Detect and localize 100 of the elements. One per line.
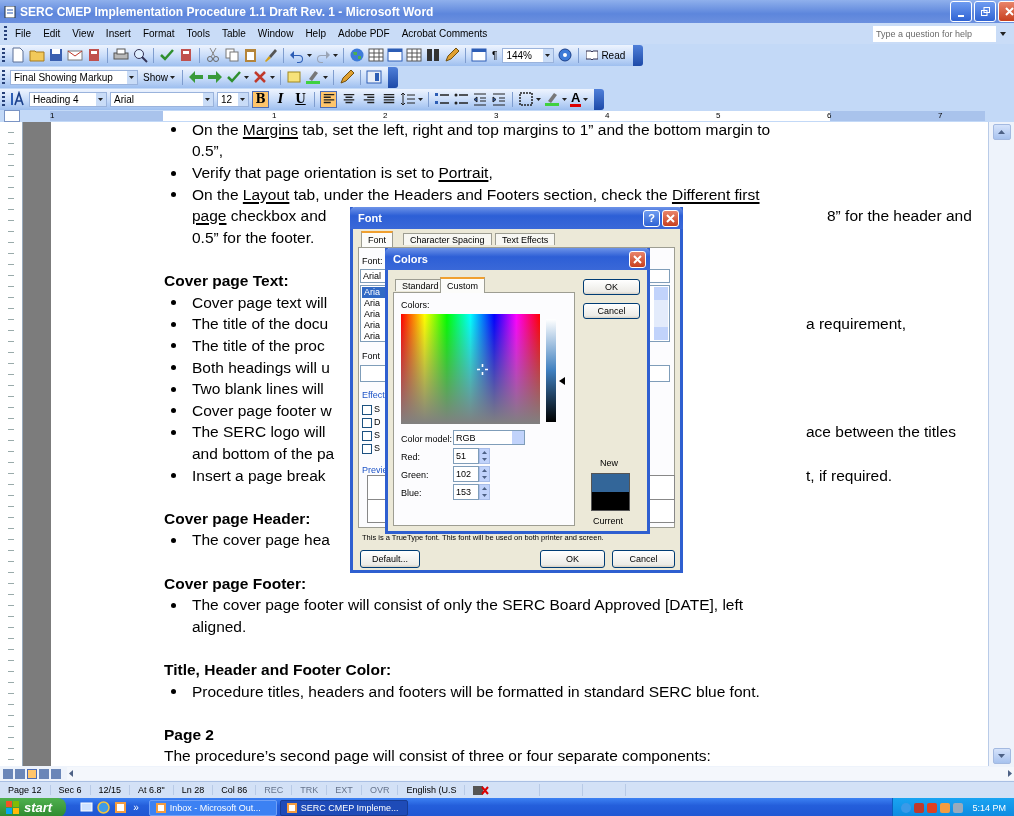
desktop-icon[interactable] <box>80 801 94 814</box>
dialog-tab[interactable]: Character Spacing <box>403 233 492 245</box>
checkbox[interactable] <box>362 418 372 428</box>
numbered-list-icon[interactable] <box>434 91 450 107</box>
toolbar-options-button[interactable] <box>594 88 605 110</box>
taskbar-button[interactable]: Inbox - Microsoft Out... <box>148 799 277 816</box>
outdent-icon[interactable] <box>472 91 488 107</box>
italic-button[interactable]: I <box>272 90 289 108</box>
cross-icon[interactable] <box>252 69 268 85</box>
left-arrow-icon[interactable] <box>188 69 204 85</box>
caret-icon[interactable] <box>170 75 175 79</box>
caret-icon[interactable] <box>418 97 423 101</box>
globe-icon[interactable] <box>97 801 111 814</box>
menu-item[interactable]: Help <box>299 28 332 39</box>
caret-icon[interactable] <box>323 75 328 79</box>
book-icon[interactable] <box>178 47 194 63</box>
caret-icon[interactable] <box>270 75 275 79</box>
taskbar-button[interactable]: SERC CMEP Impleme... <box>279 799 408 816</box>
bulleted-list-icon[interactable] <box>453 91 469 107</box>
globe-icon[interactable] <box>349 47 365 63</box>
caret-icon[interactable] <box>536 97 541 101</box>
web-view-button[interactable] <box>15 768 25 779</box>
caret-icon[interactable] <box>205 97 210 101</box>
dialog-button[interactable]: OK <box>583 279 640 295</box>
dialog-button[interactable]: Cancel <box>583 303 640 319</box>
align-button[interactable] <box>320 90 337 108</box>
menu-item[interactable]: Adobe PDF <box>331 28 396 39</box>
color-spectrum[interactable] <box>401 314 540 424</box>
line-spacing-icon[interactable] <box>400 91 416 107</box>
printer-icon[interactable] <box>113 47 129 63</box>
checkbox[interactable] <box>362 444 372 454</box>
slider-arrow-icon[interactable] <box>559 376 565 385</box>
close-button[interactable] <box>629 250 646 268</box>
number-field[interactable]: 51 <box>453 448 479 464</box>
close-button[interactable] <box>662 209 679 227</box>
styles-icon[interactable] <box>10 91 26 107</box>
highlighter-icon[interactable] <box>544 91 560 107</box>
minimize-button[interactable] <box>950 1 972 22</box>
help-search-field[interactable]: Type a question for help <box>873 25 996 42</box>
menu-item[interactable]: Window <box>251 28 300 39</box>
caret-icon[interactable] <box>240 97 245 101</box>
pencil-icon[interactable] <box>444 47 460 63</box>
start-button[interactable]: start <box>0 798 67 816</box>
underline-button[interactable]: U <box>292 90 309 108</box>
caret-icon[interactable] <box>307 53 312 57</box>
overflow-button[interactable]: » <box>133 802 139 813</box>
blank-page-icon[interactable] <box>10 47 26 63</box>
menu-item[interactable]: File <box>9 28 38 39</box>
restore-button[interactable] <box>974 1 996 22</box>
right-arrow-icon[interactable] <box>1006 767 1014 780</box>
caret-icon[interactable] <box>244 75 249 79</box>
dialog-tab[interactable]: Custom <box>440 277 485 293</box>
normal-view-button[interactable] <box>3 768 13 779</box>
dialog-tab[interactable]: Font <box>361 231 393 247</box>
window-icon[interactable] <box>471 47 487 63</box>
help-button[interactable]: ? <box>643 209 660 227</box>
display-mode-dropdown[interactable]: Final Showing Markup <box>10 69 138 85</box>
scissors-icon[interactable] <box>205 47 221 63</box>
reading-view-button[interactable] <box>51 768 61 779</box>
caret-icon[interactable] <box>129 75 134 79</box>
window-icon[interactable] <box>387 47 403 63</box>
left-arrow-icon[interactable] <box>67 767 75 780</box>
caret-icon[interactable] <box>98 97 103 101</box>
dialog-button[interactable]: Cancel <box>612 550 675 568</box>
read-button[interactable]: Read <box>584 49 628 61</box>
menu-item[interactable]: Acrobat Comments <box>395 28 494 39</box>
style-dropdown[interactable]: Heading 4 <box>29 91 107 107</box>
print-view-button[interactable] <box>27 768 37 779</box>
table-icon[interactable] <box>368 47 384 63</box>
number-field[interactable]: 153 <box>453 484 479 500</box>
horizontal-ruler[interactable]: 1 1 2 3 4 5 6 7 <box>50 111 985 121</box>
show-formatting-button[interactable]: ¶ <box>490 49 500 61</box>
show-button[interactable]: Show <box>141 71 177 83</box>
crosshair-icon[interactable] <box>476 363 488 375</box>
border-icon[interactable] <box>518 91 534 107</box>
spin-button[interactable] <box>479 448 490 464</box>
dialog-button[interactable]: OK <box>540 550 605 568</box>
caret-icon[interactable] <box>562 97 567 101</box>
menu-item[interactable]: Edit <box>37 28 67 39</box>
magnifier-icon[interactable] <box>132 47 148 63</box>
copy-icon[interactable] <box>224 47 240 63</box>
pencil-icon[interactable] <box>339 69 355 85</box>
menu-item[interactable]: Tools <box>180 28 216 39</box>
dialog-tab[interactable]: Text Effects <box>495 233 556 245</box>
checkbox[interactable] <box>362 431 372 441</box>
font-color-button[interactable]: A <box>570 91 582 107</box>
envelope-icon[interactable] <box>114 801 128 814</box>
checkmark-icon[interactable] <box>159 47 175 63</box>
table-icon[interactable] <box>406 47 422 63</box>
clipboard-icon[interactable] <box>243 47 259 63</box>
menu-item[interactable]: View <box>66 28 100 39</box>
caret-icon[interactable] <box>583 97 589 101</box>
vertical-scrollbar[interactable] <box>988 122 1014 766</box>
panel-icon[interactable] <box>366 69 382 85</box>
bold-button[interactable]: B <box>252 90 269 108</box>
indent-icon[interactable] <box>491 91 507 107</box>
menu-item[interactable]: Insert <box>99 28 137 39</box>
toolbar-options-button[interactable] <box>633 44 644 66</box>
font-size-dropdown[interactable]: 12 <box>217 91 249 107</box>
zoom-dropdown[interactable]: 144% <box>502 47 555 63</box>
